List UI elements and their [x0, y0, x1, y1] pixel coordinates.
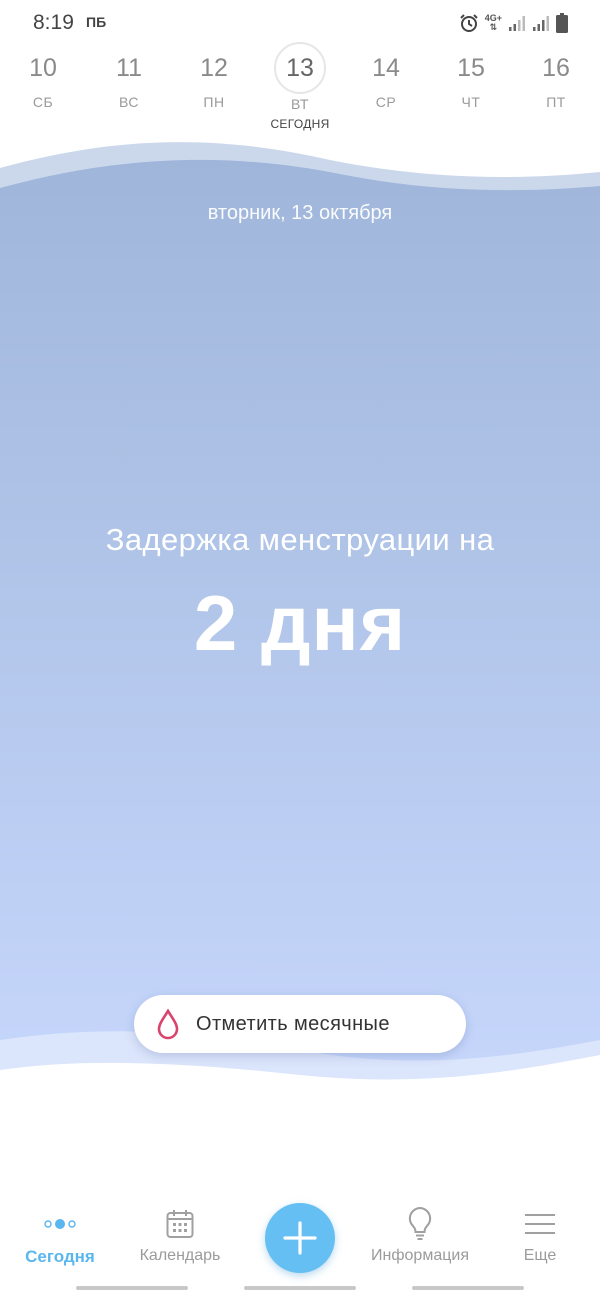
day-weekday: ПТ — [546, 94, 566, 110]
delay-days-count: 2 дня — [193, 579, 407, 667]
today-label: СЕГОДНЯ — [270, 117, 330, 131]
menu-icon — [485, 1206, 595, 1242]
day-weekday: СБ — [32, 94, 54, 110]
network-label: 4G+ — [484, 13, 502, 23]
day-weekday: ПН — [203, 94, 225, 110]
drop-icon — [157, 1008, 179, 1040]
nav-calendar[interactable]: Календарь — [125, 1206, 235, 1265]
nav-calendar-label: Календарь — [139, 1247, 221, 1264]
day-number: 10 — [29, 54, 57, 82]
week-strip: 10 СБ 11 ВС 12 ПН 13 ВТ СЕГОДНЯ 14 СР 15… — [0, 42, 600, 144]
mark-period-button[interactable]: Отметить месячные — [134, 995, 466, 1053]
plus-icon — [283, 1221, 317, 1255]
nav-today-label: Сегодня — [25, 1247, 95, 1266]
day-15[interactable]: 15 ЧТ — [431, 44, 511, 110]
day-11[interactable]: 11 ВС — [89, 44, 169, 110]
battery-icon — [556, 13, 568, 33]
delay-message: Задержка менструации на — [105, 522, 495, 557]
day-16[interactable]: 16 ПТ — [516, 44, 596, 110]
nav-more[interactable]: Еще — [485, 1206, 595, 1265]
day-number: 11 — [116, 54, 142, 82]
day-number: 14 — [372, 54, 400, 82]
gesture-bar-right — [412, 1286, 524, 1290]
gesture-bar-center — [244, 1286, 356, 1290]
day-12[interactable]: 12 ПН — [174, 44, 254, 110]
status-bar: 8:19 ПБ 4G+ ⇅ — [0, 0, 600, 44]
signal-icon — [509, 16, 525, 31]
cycle-status-panel: вторник, 13 октября Задержка менструации… — [0, 140, 600, 1100]
status-carrier: ПБ — [86, 14, 107, 30]
status-time: 8:19 — [33, 11, 74, 34]
nav-info-label: Информация — [371, 1247, 469, 1264]
signal-icon-2 — [533, 16, 549, 31]
dots-icon — [5, 1206, 115, 1242]
day-number: 13 — [274, 42, 326, 94]
alarm-icon — [460, 14, 478, 32]
calendar-icon — [125, 1206, 235, 1242]
day-number: 12 — [200, 54, 228, 82]
day-number: 15 — [457, 54, 485, 82]
nav-more-label: Еще — [523, 1247, 557, 1264]
nav-today[interactable]: Сегодня — [5, 1206, 115, 1267]
add-entry-button[interactable] — [265, 1203, 335, 1273]
selected-date: вторник, 13 октября — [207, 202, 393, 224]
day-weekday: ВС — [119, 94, 139, 110]
day-13-today[interactable]: 13 ВТ СЕГОДНЯ — [260, 42, 340, 131]
day-number: 16 — [542, 54, 570, 82]
gesture-bar-left — [76, 1286, 188, 1290]
status-icons: 4G+ ⇅ — [459, 12, 568, 34]
day-weekday: ЧТ — [461, 94, 481, 110]
nav-info[interactable]: Информация — [365, 1206, 475, 1265]
day-14[interactable]: 14 СР — [346, 44, 426, 110]
day-10[interactable]: 10 СБ — [3, 44, 83, 110]
network-type: 4G+ ⇅ — [484, 13, 502, 32]
mark-period-label: Отметить месячные — [196, 1012, 390, 1035]
day-weekday: СР — [375, 94, 397, 110]
lightbulb-icon — [365, 1206, 475, 1242]
day-weekday: ВТ — [291, 96, 309, 112]
